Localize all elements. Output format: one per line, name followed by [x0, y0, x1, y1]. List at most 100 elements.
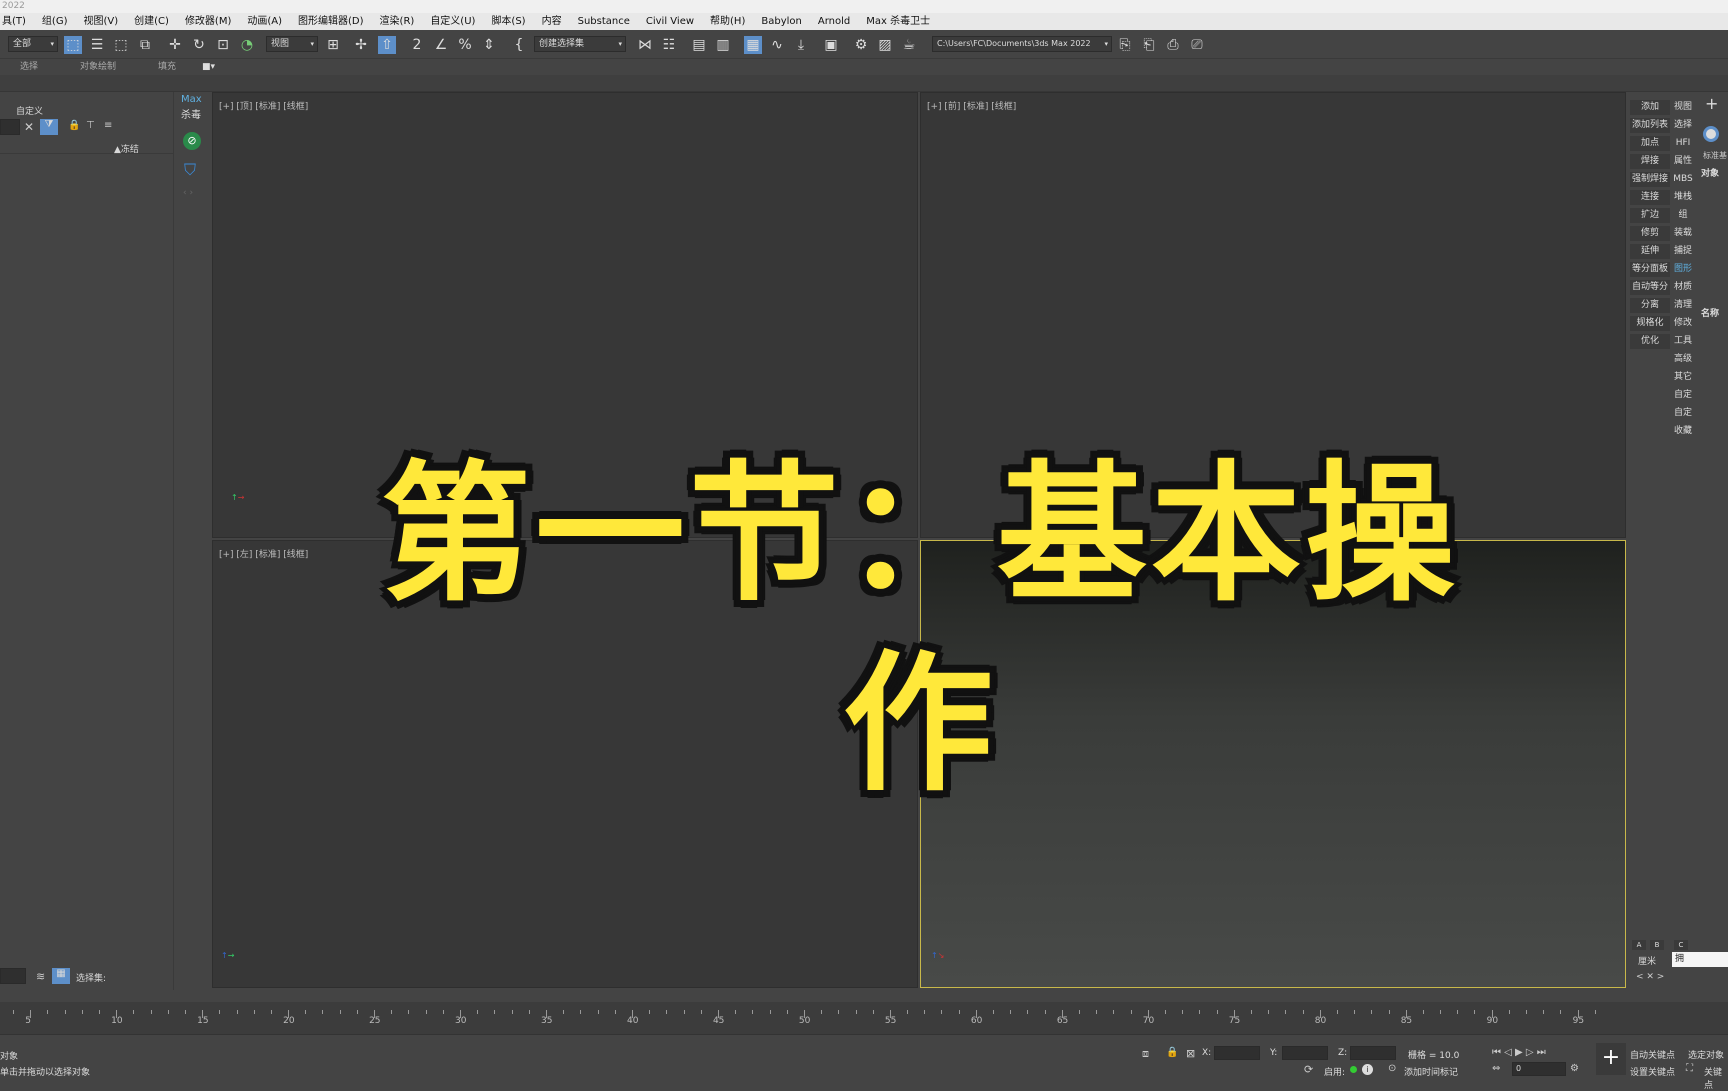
- tool-category-14[interactable]: 高级: [1672, 352, 1694, 367]
- edit-spline-button-8[interactable]: 延伸: [1630, 244, 1670, 259]
- unit-value-input[interactable]: 拥: [1672, 952, 1728, 967]
- selected-dropdown[interactable]: 选定对象: [1688, 1048, 1724, 1061]
- edit-spline-button-2[interactable]: 加点: [1630, 136, 1670, 151]
- selection-set-icon[interactable]: ▦: [52, 968, 70, 984]
- scan-icon[interactable]: ⊘: [183, 132, 201, 150]
- ribbon-tab-select[interactable]: 选择: [20, 59, 38, 75]
- create-plus-icon[interactable]: +: [1705, 94, 1718, 113]
- set-key-plus-icon[interactable]: +: [1596, 1043, 1626, 1075]
- x-input[interactable]: [1214, 1046, 1260, 1060]
- tool-category-9[interactable]: 图形: [1672, 262, 1694, 277]
- tool-category-18[interactable]: 收藏: [1672, 424, 1694, 439]
- menu-item-11[interactable]: Substance: [570, 13, 638, 30]
- geometry-icon[interactable]: [1703, 126, 1719, 142]
- project-path-dropdown[interactable]: C:\Users\FC\Documents\3ds Max 2022 ▾: [932, 36, 1112, 52]
- ribbon-tab-populate[interactable]: 填充: [158, 59, 176, 75]
- tool-category-10[interactable]: 材质: [1672, 280, 1694, 295]
- render-setup-icon[interactable]: ⚙: [852, 36, 870, 54]
- mirror-icon[interactable]: ⋈: [636, 36, 654, 54]
- selection-filter-dropdown[interactable]: 全部 ▾: [8, 36, 58, 52]
- freeze-column-header[interactable]: ▲冻结: [114, 142, 139, 155]
- tool-category-2[interactable]: HFI: [1672, 136, 1694, 151]
- edit-spline-button-11[interactable]: 分离: [1630, 298, 1670, 313]
- align-icon[interactable]: ☷: [660, 36, 678, 54]
- absolute-mode-icon[interactable]: ⊠: [1186, 1047, 1195, 1060]
- filter-icon[interactable]: ⧩: [40, 119, 58, 135]
- edit-spline-button-6[interactable]: 扩边: [1630, 208, 1670, 223]
- lock-icon[interactable]: 🔒: [68, 120, 80, 131]
- schematic-view-icon[interactable]: ⤓: [792, 36, 810, 54]
- select-object-icon[interactable]: ⬚: [64, 36, 82, 54]
- z-input[interactable]: [1350, 1046, 1396, 1060]
- named-selection-dropdown[interactable]: 创建选择集 ▾: [534, 36, 626, 52]
- render-frame-icon[interactable]: ▨: [876, 36, 894, 54]
- menu-item-15[interactable]: Arnold: [810, 13, 858, 30]
- project-folder-icon[interactable]: ⎘: [1116, 36, 1134, 54]
- edit-spline-button-3[interactable]: 焊接: [1630, 154, 1670, 169]
- curve-editor-icon[interactable]: ∿: [768, 36, 786, 54]
- tool-category-12[interactable]: 修改: [1672, 316, 1694, 331]
- menu-item-3[interactable]: 创建(C): [126, 13, 177, 30]
- add-time-tag[interactable]: 添加时间标记: [1404, 1065, 1458, 1078]
- tool-category-15[interactable]: 其它: [1672, 370, 1694, 385]
- tool-category-6[interactable]: 组: [1672, 208, 1694, 223]
- percent-snap-icon[interactable]: %: [456, 36, 474, 54]
- tool-category-11[interactable]: 清理: [1672, 298, 1694, 313]
- menu-item-9[interactable]: 脚本(S): [483, 13, 533, 30]
- abc-c[interactable]: C: [1674, 940, 1688, 950]
- shield-icon[interactable]: ⛉: [184, 160, 196, 180]
- auto-key-button[interactable]: 自动关键点: [1630, 1048, 1675, 1061]
- edit-named-sets-icon[interactable]: {: [510, 36, 528, 54]
- time-tag-icon[interactable]: ⊙: [1388, 1063, 1396, 1074]
- tool-category-0[interactable]: 视图: [1672, 100, 1694, 115]
- viewport-front-label[interactable]: [+] [前] [标准] [线框]: [927, 99, 1016, 112]
- tool-category-3[interactable]: 属性: [1672, 154, 1694, 169]
- y-input[interactable]: [1282, 1046, 1328, 1060]
- menu-item-2[interactable]: 视图(V): [75, 13, 126, 30]
- menu-item-12[interactable]: Civil View: [638, 13, 702, 30]
- tool-category-13[interactable]: 工具: [1672, 334, 1694, 349]
- edit-spline-button-0[interactable]: 添加: [1630, 100, 1670, 115]
- info-icon[interactable]: i: [1362, 1064, 1373, 1075]
- maxscript-icon[interactable]: ⟳: [1304, 1063, 1313, 1076]
- keyboard-shortcut-icon[interactable]: ⇧: [378, 36, 396, 54]
- window-crossing-icon[interactable]: ⧉: [136, 36, 154, 54]
- layers-icon[interactable]: ≋: [36, 970, 45, 983]
- ribbon-tab-object-paint[interactable]: 对象绘制: [80, 59, 116, 75]
- edit-spline-button-1[interactable]: 添加列表: [1630, 118, 1670, 133]
- abc-b[interactable]: B: [1650, 940, 1664, 950]
- pivot-icon[interactable]: ⊞: [324, 36, 342, 54]
- menu-item-16[interactable]: Max 杀毒卫士: [858, 13, 938, 30]
- edit-spline-button-13[interactable]: 优化: [1630, 334, 1670, 349]
- move-icon[interactable]: ✛: [166, 36, 184, 54]
- menu-item-4[interactable]: 修改器(M): [177, 13, 239, 30]
- ribbon-toggle-icon[interactable]: ▦: [744, 36, 762, 54]
- menu-item-7[interactable]: 渲染(R): [372, 13, 423, 30]
- collapse-icon[interactable]: ‹ ›: [183, 188, 193, 198]
- edit-spline-button-7[interactable]: 修剪: [1630, 226, 1670, 241]
- project-open-icon[interactable]: ⎗: [1140, 36, 1158, 54]
- scale-icon[interactable]: ⊡: [214, 36, 232, 54]
- menu-item-8[interactable]: 自定义(U): [422, 13, 483, 30]
- hierarchy-icon[interactable]: ⊤: [86, 120, 95, 131]
- project-save-icon[interactable]: ⎙: [1164, 36, 1182, 54]
- tool-category-16[interactable]: 自定: [1672, 388, 1694, 403]
- angle-snap-icon[interactable]: ∠: [432, 36, 450, 54]
- tool-category-17[interactable]: 自定: [1672, 406, 1694, 421]
- menu-item-5[interactable]: 动画(A): [239, 13, 290, 30]
- close-icon[interactable]: ✕: [24, 120, 34, 134]
- scene-dropdown[interactable]: [0, 968, 26, 984]
- rect-selection-icon[interactable]: ⬚: [112, 36, 130, 54]
- render-teapot-icon[interactable]: ☕: [900, 36, 918, 54]
- object-type-section[interactable]: 对象: [1701, 166, 1719, 179]
- time-config-icon[interactable]: ⚙: [1570, 1063, 1579, 1074]
- ribbon-options-icon[interactable]: ■▾: [202, 59, 215, 75]
- viewport-top-label[interactable]: [+] [顶] [标准] [线框]: [219, 99, 308, 112]
- timeline[interactable]: 5 10 15 20 25 30 35 40 45 50 55 60 65 70 75 80 85 90 95: [0, 1002, 1728, 1034]
- isolate-icon[interactable]: ⧈: [1142, 1047, 1149, 1061]
- nav-arrows-icon[interactable]: < ✕ >: [1636, 972, 1664, 982]
- menu-item-6[interactable]: 图形编辑器(D): [290, 13, 372, 30]
- rotate-icon[interactable]: ↻: [190, 36, 208, 54]
- edit-spline-button-12[interactable]: 规格化: [1630, 316, 1670, 331]
- name-color-section[interactable]: 名称: [1701, 306, 1719, 319]
